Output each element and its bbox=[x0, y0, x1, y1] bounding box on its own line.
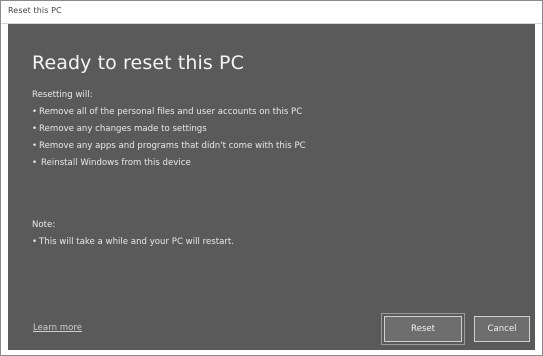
resetting-list: Remove all of the personal files and use… bbox=[32, 104, 306, 172]
note-section: Note: This will take a while and your PC… bbox=[32, 217, 234, 251]
list-item: This will take a while and your PC will … bbox=[32, 234, 234, 251]
reset-pc-window: Reset this PC Ready to reset this PC Res… bbox=[0, 0, 543, 356]
cancel-button[interactable]: Cancel bbox=[474, 316, 530, 342]
reset-button[interactable]: Reset bbox=[381, 313, 465, 345]
title-bar: Reset this PC bbox=[1, 1, 542, 24]
window-title: Reset this PC bbox=[8, 6, 62, 15]
note-label: Note: bbox=[32, 220, 56, 230]
note-list: This will take a while and your PC will … bbox=[32, 234, 234, 251]
list-item: Remove any apps and programs that didn't… bbox=[32, 138, 306, 155]
learn-more-link[interactable]: Learn more bbox=[33, 323, 82, 333]
dialog-heading: Ready to reset this PC bbox=[32, 52, 244, 74]
list-item: Reinstall Windows from this device bbox=[32, 155, 306, 172]
list-item: Remove any changes made to settings bbox=[32, 121, 306, 138]
resetting-label: Resetting will: bbox=[32, 90, 93, 100]
dialog-panel: Ready to reset this PC Resetting will: R… bbox=[8, 24, 535, 350]
list-item: Remove all of the personal files and use… bbox=[32, 104, 306, 121]
resetting-section: Resetting will: Remove all of the person… bbox=[32, 87, 306, 172]
